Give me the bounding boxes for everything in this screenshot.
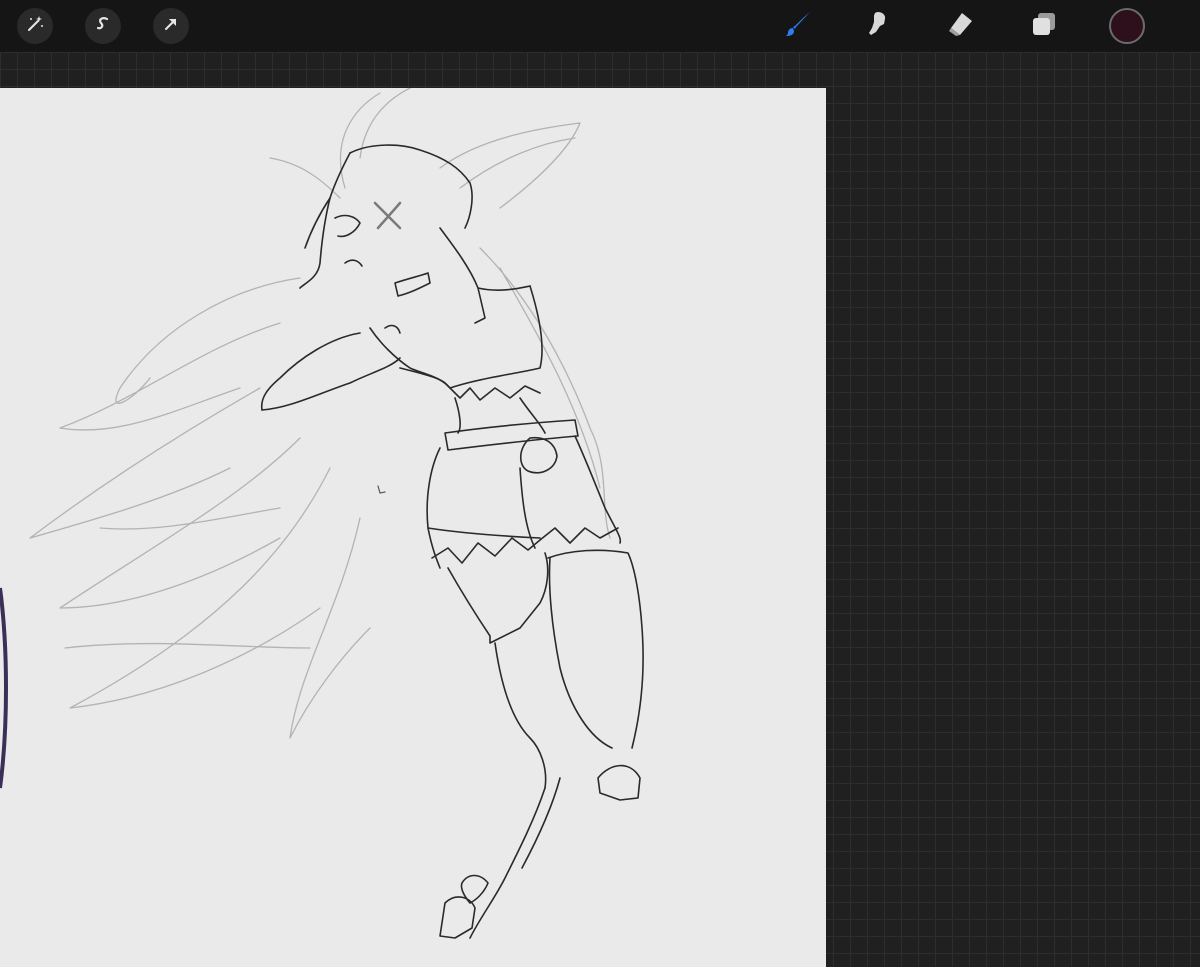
sketch-artwork: [0, 88, 644, 939]
brush-icon: [782, 8, 814, 44]
eraser-icon: [944, 8, 976, 44]
layers-icon: [1028, 8, 1060, 44]
transform-button[interactable]: [153, 8, 189, 44]
modify-button[interactable]: [17, 8, 53, 44]
purple-stroke: [0, 587, 8, 789]
character-lineart: [260, 144, 644, 939]
smudge-icon: [862, 8, 894, 44]
top-toolbar: [0, 0, 1200, 52]
selection-s-icon: [93, 14, 113, 38]
hair-sketch-lines: [29, 88, 611, 739]
eraser-button[interactable]: [940, 6, 980, 46]
arrow-cursor-icon: [161, 14, 181, 38]
smudge-button[interactable]: [858, 6, 898, 46]
color-picker-button[interactable]: [1109, 8, 1145, 44]
magic-wand-icon: [25, 14, 45, 38]
drawing-canvas[interactable]: [0, 88, 826, 967]
selection-button[interactable]: [85, 8, 121, 44]
layers-button[interactable]: [1024, 6, 1064, 46]
brush-button[interactable]: [778, 6, 818, 46]
